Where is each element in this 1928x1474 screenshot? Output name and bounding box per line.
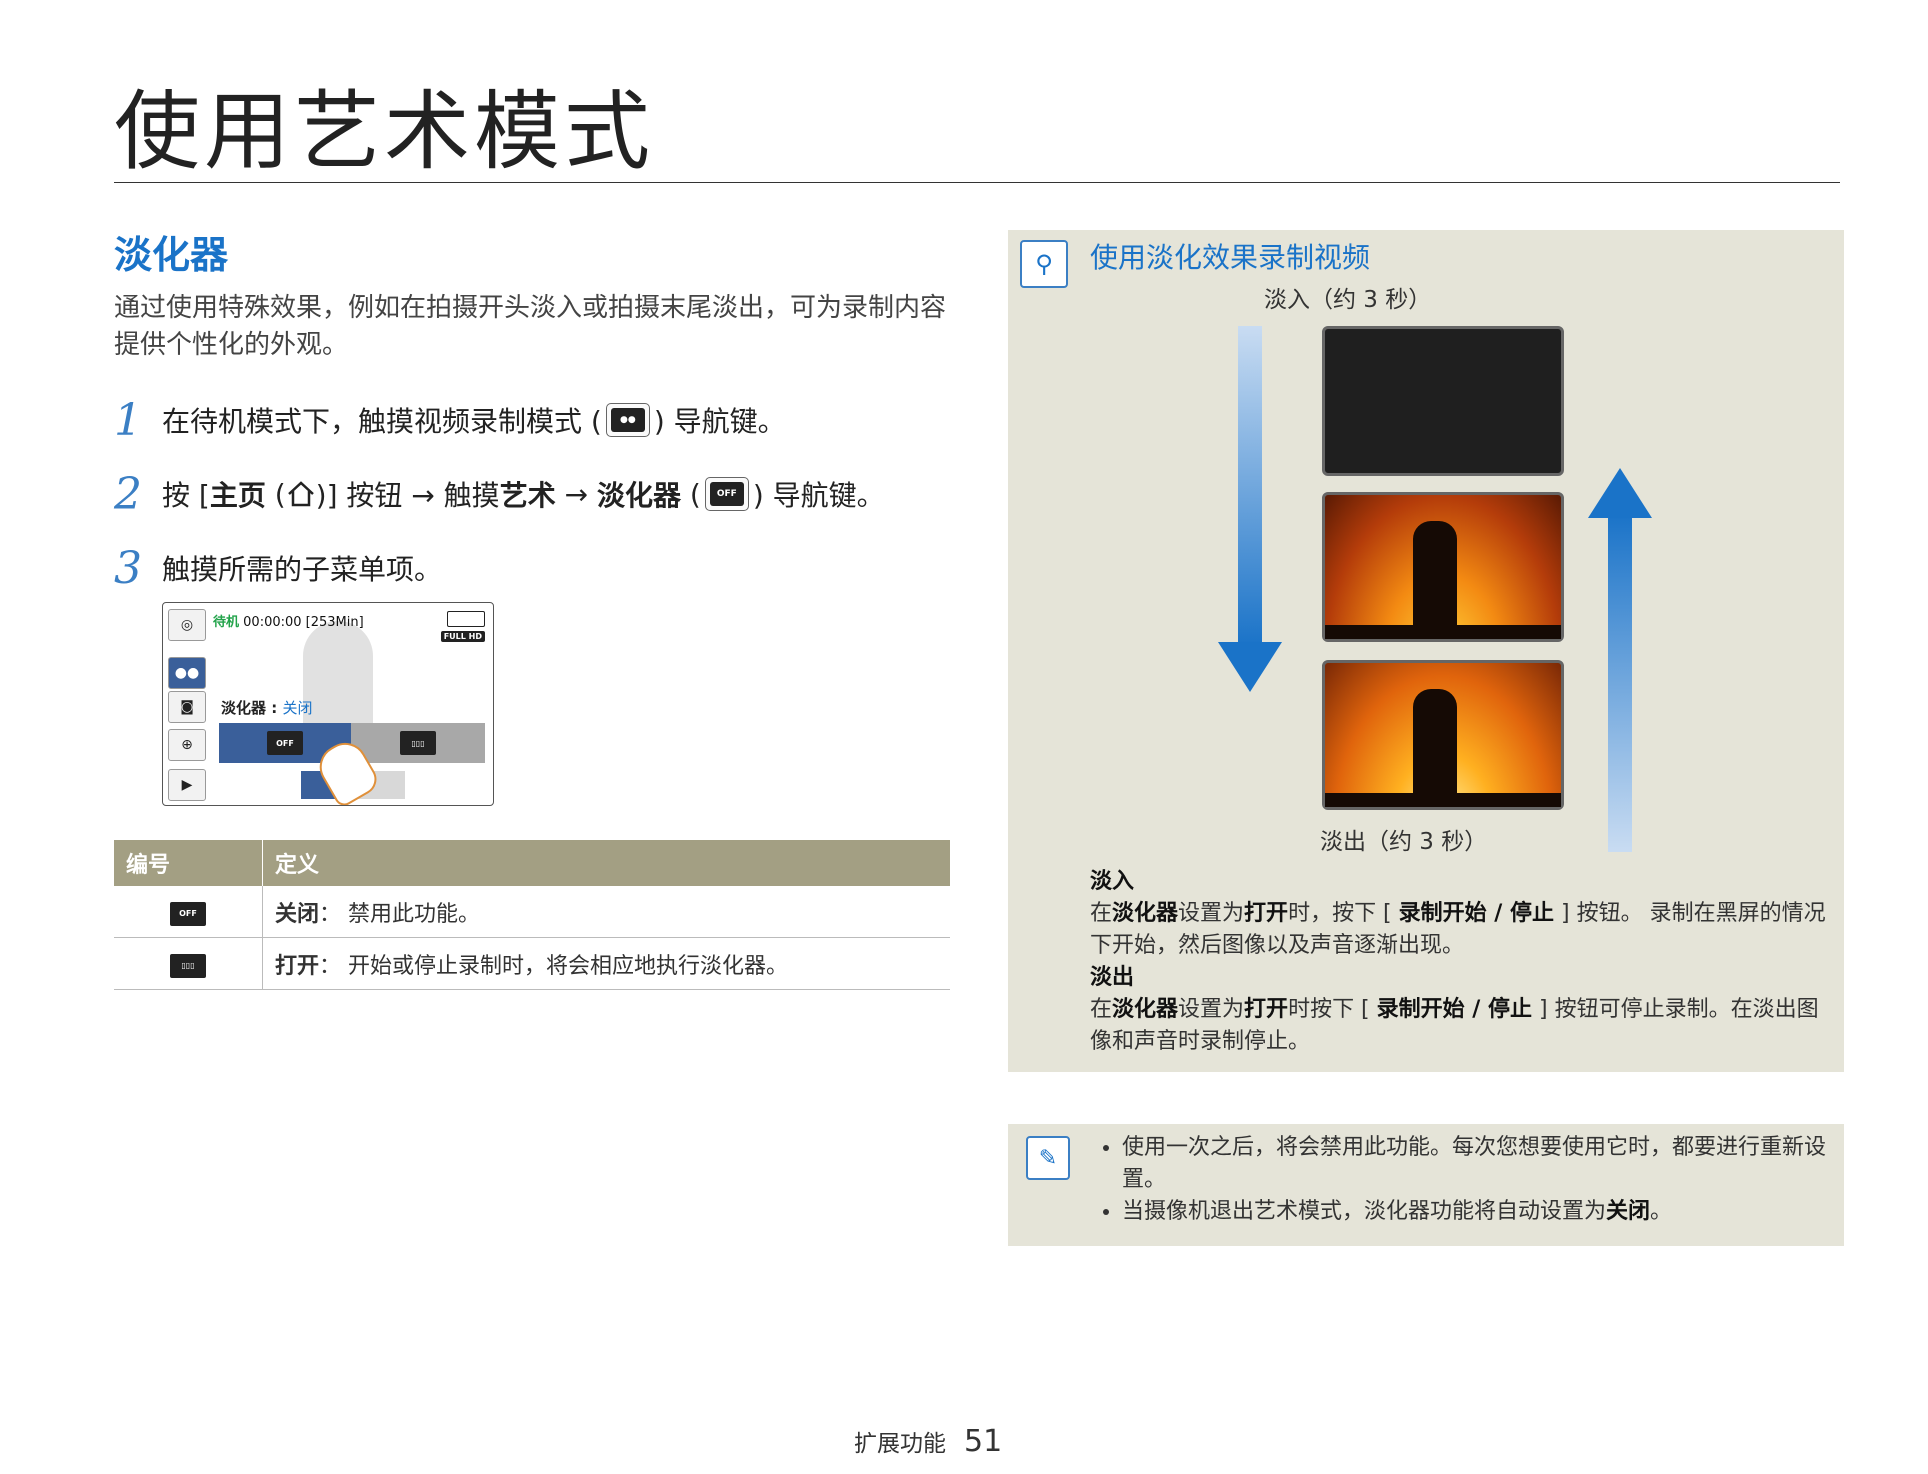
status-line: 待机 00:00:00 [253Min]: [213, 615, 364, 630]
list-item: 使用一次之后，将会禁用此功能。每次您想要使用它时，都要进行重新设置。: [1122, 1132, 1862, 1196]
page-title: 使用艺术模式: [114, 82, 654, 182]
title-divider: [114, 182, 1840, 183]
section-title: 淡化器: [114, 233, 229, 277]
fader-off-icon: OFF: [704, 477, 749, 511]
playback-icon[interactable]: ▶: [168, 769, 206, 801]
panel-title: 使用淡化效果录制视频: [1090, 241, 1371, 274]
footer-section: 扩展功能: [854, 1431, 946, 1457]
golfer-silhouette: [1413, 521, 1457, 631]
step-1-pre: 在待机模式下，触摸视频录制模式 (: [162, 405, 602, 438]
fader-on-icon: ▯▯▯: [170, 953, 206, 978]
battery-icon: [447, 611, 485, 627]
arrow-text: →: [555, 477, 597, 511]
page-number: 51: [964, 1424, 1003, 1459]
sunset-frame: [1322, 660, 1564, 810]
camera-mode-button[interactable]: ◙: [168, 691, 206, 723]
art-label: 艺术: [499, 479, 556, 512]
fade-out-arrow-icon: [1588, 468, 1652, 852]
video-mode-button[interactable]: ●●: [168, 657, 206, 689]
step-number: 1: [114, 394, 142, 446]
zoom-icon[interactable]: ⊕: [168, 729, 206, 761]
step-number: 2: [114, 468, 142, 520]
step-text: 按 [ 主页 ( )] 按钮 → 触摸 艺术 → 淡化器 ( OFF ) 导航键…: [162, 474, 885, 514]
fader-on-option[interactable]: ▯▯▯: [351, 723, 485, 763]
pencil-note-icon: ✎: [1026, 1136, 1070, 1180]
home-label: 主页: [209, 479, 266, 512]
definition-table: 编号 定义 OFF 关闭： 禁用此功能。 ▯▯▯ 打开： 开始或停止录制时，将会…: [114, 840, 950, 990]
fade-info-panel: ⚲ 使用淡化效果录制视频 淡入（约 3 秒） 淡出（约 3 秒） 淡入 在淡化器…: [1008, 230, 1844, 1072]
fader-label: 淡化器: [596, 479, 681, 512]
term: 打开: [275, 953, 320, 979]
black-frame: [1322, 326, 1564, 476]
fadeout-heading: 淡出: [1090, 965, 1135, 990]
fadein-caption: 淡入（约 3 秒）: [1264, 287, 1432, 313]
definition: ： 禁用此功能。: [319, 901, 481, 927]
panel-description: 淡入 在淡化器设置为打开时，按下 [ 录制开始 / 停止 ] 按钮。 录制在黑屏…: [1090, 866, 1830, 1058]
step-2-mid: )] 按钮 → 触摸: [315, 479, 500, 512]
home-icon: [287, 481, 314, 507]
step-3: 3 触摸所需的子菜单项。: [114, 538, 442, 598]
step-text: 在待机模式下，触摸视频录制模式 ( ●● ) 导航键。: [162, 400, 786, 440]
note-list: 使用一次之后，将会禁用此功能。每次您想要使用它时，都要进行重新设置。 当摄像机退…: [1092, 1132, 1862, 1228]
fade-in-arrow-icon: [1218, 326, 1282, 692]
fader-off-icon: OFF: [170, 901, 206, 926]
fadein-heading: 淡入: [1090, 869, 1135, 894]
term: 关闭: [275, 901, 320, 927]
table-row: ▯▯▯ 打开： 开始或停止录制时，将会相应地执行淡化器。: [114, 937, 950, 990]
fadeout-caption: 淡出（约 3 秒）: [1320, 829, 1488, 855]
intro-paragraph: 通过使用特殊效果，例如在拍摄开头淡入或拍摄末尾淡出，可为录制内容提供个性化的外观…: [114, 293, 947, 360]
header-number: 编号: [114, 840, 263, 886]
step-2: 2 按 [ 主页 ( )] 按钮 → 触摸 艺术 → 淡化器 ( OFF ) 导…: [114, 464, 885, 524]
golfer-silhouette: [1413, 689, 1457, 799]
page-footer: 扩展功能 51: [854, 1424, 1002, 1459]
hd-badge: FULL HD: [440, 631, 485, 642]
mode-wheel-icon[interactable]: ◎: [168, 609, 206, 641]
fadein-text: 在淡化器设置为打开时，按下 [ 录制开始 / 停止 ] 按钮。 录制在黑屏的情况…: [1090, 901, 1826, 958]
step-text: 触摸所需的子菜单项。: [162, 553, 443, 586]
video-mode-icon: ●●: [605, 403, 650, 437]
sunset-frame: [1322, 492, 1564, 642]
fader-setting-label: 淡化器 : 关闭: [221, 699, 313, 717]
step-1-post: ) 导航键。: [653, 405, 786, 438]
camera-screen: ◎ ●● ◙ ⊕ ▶ 待机 00:00:00 [253Min] FULL HD …: [162, 602, 494, 806]
definition: ： 开始或停止录制时，将会相应地执行淡化器。: [319, 953, 789, 979]
fadeout-text: 在淡化器设置为打开时按下 [ 录制开始 / 停止 ] 按钮可停止录制。在淡出图像…: [1090, 997, 1819, 1054]
header-definition: 定义: [262, 840, 950, 886]
note-box: ✎ 使用一次之后，将会禁用此功能。每次您想要使用它时，都要进行重新设置。 当摄像…: [1008, 1124, 1844, 1246]
step-1: 1 在待机模式下，触摸视频录制模式 ( ●● ) 导航键。: [114, 390, 786, 450]
list-item: 当摄像机退出艺术模式，淡化器功能将自动设置为关闭。: [1122, 1196, 1862, 1228]
step-2-pre: 按 [: [162, 479, 210, 512]
table-row: OFF 关闭： 禁用此功能。: [114, 886, 950, 938]
magnifier-icon: ⚲: [1020, 240, 1068, 288]
step-2-post: ) 导航键。: [752, 479, 885, 512]
step-number: 3: [114, 542, 142, 594]
